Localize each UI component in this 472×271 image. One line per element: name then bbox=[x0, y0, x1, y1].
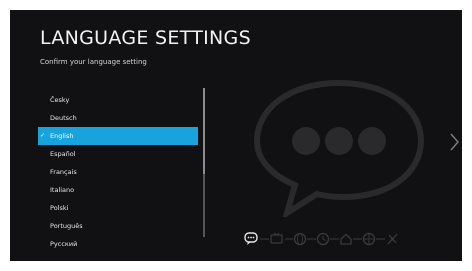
language-label: Русский bbox=[50, 240, 78, 248]
checkmark-icon: ✓ bbox=[40, 132, 46, 139]
language-label: Português bbox=[50, 222, 83, 230]
setup-progress bbox=[244, 232, 398, 246]
network-icon bbox=[362, 232, 376, 246]
language-list: Česky Deutsch ✓ English Español Français … bbox=[38, 91, 198, 253]
language-item-italiano[interactable]: Italiano bbox=[38, 181, 198, 199]
speech-bubble-icon bbox=[253, 79, 425, 217]
language-label: English bbox=[50, 132, 74, 140]
satellite-icon bbox=[387, 233, 398, 245]
language-item-deutsch[interactable]: Deutsch bbox=[38, 109, 198, 127]
globe-icon bbox=[293, 232, 307, 246]
list-scrollbar[interactable] bbox=[203, 88, 205, 237]
language-item-polski[interactable]: Polski bbox=[38, 199, 198, 217]
language-label: Français bbox=[50, 168, 77, 176]
language-label: Polski bbox=[50, 204, 69, 212]
language-item-russian[interactable]: Русский bbox=[38, 235, 198, 253]
clock-icon bbox=[316, 232, 330, 246]
language-item-espanol[interactable]: Español bbox=[38, 145, 198, 163]
language-item-portugues[interactable]: Português bbox=[38, 217, 198, 235]
tv-screen: LANGUAGE SETTINGS Confirm your language … bbox=[10, 10, 462, 261]
language-item-cesky[interactable]: Česky bbox=[38, 91, 198, 109]
tv-icon bbox=[270, 232, 283, 244]
language-label: Italiano bbox=[50, 186, 75, 194]
page-title: LANGUAGE SETTINGS bbox=[40, 27, 251, 49]
language-label: Español bbox=[50, 150, 76, 158]
chevron-right-icon[interactable] bbox=[450, 133, 460, 151]
language-label: Česky bbox=[50, 96, 70, 104]
language-label: Deutsch bbox=[50, 114, 77, 122]
scrollbar-thumb[interactable] bbox=[203, 88, 205, 174]
home-icon bbox=[340, 233, 352, 245]
chat-icon bbox=[244, 232, 258, 245]
language-item-francais[interactable]: Français bbox=[38, 163, 198, 181]
page-subtitle: Confirm your language setting bbox=[40, 58, 147, 66]
language-item-english[interactable]: ✓ English bbox=[38, 127, 198, 145]
